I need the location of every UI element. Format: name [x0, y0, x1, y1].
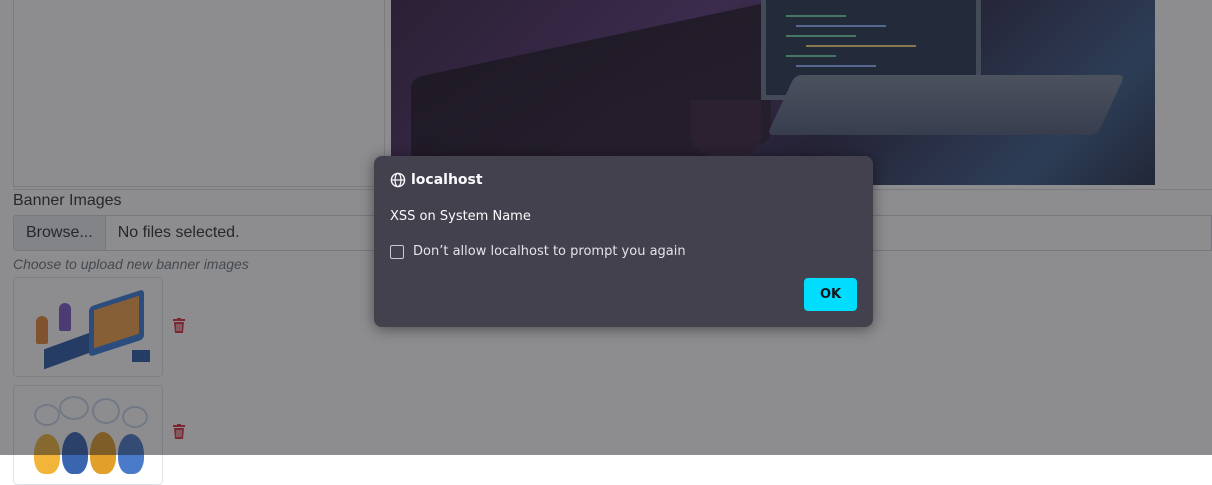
dont-allow-checkbox[interactable]: [390, 244, 404, 259]
dont-allow-prompt-option[interactable]: Don’t allow localhost to prompt you agai…: [390, 244, 686, 259]
globe-icon: [390, 172, 406, 188]
dialog-origin: localhost: [411, 172, 483, 188]
dialog-header: localhost: [390, 172, 483, 188]
ok-button[interactable]: OK: [804, 278, 857, 311]
dialog-message: XSS on System Name: [390, 209, 531, 224]
alert-dialog: localhost XSS on System Name Don’t allow…: [374, 156, 873, 327]
dont-allow-label[interactable]: Don’t allow localhost to prompt you agai…: [413, 244, 686, 259]
